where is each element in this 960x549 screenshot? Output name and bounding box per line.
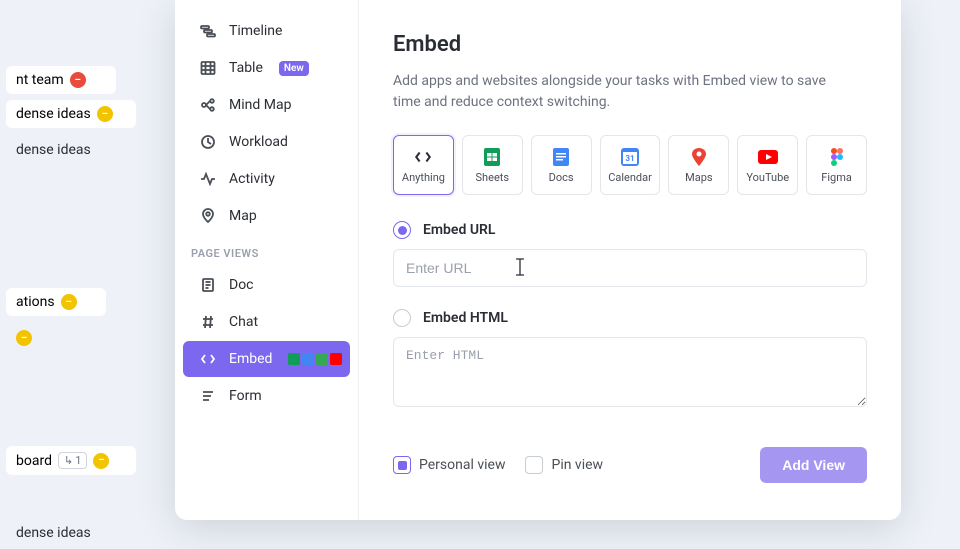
embed-mini-icons	[288, 353, 342, 365]
panel-title: Embed	[393, 32, 867, 57]
new-badge: New	[279, 61, 309, 76]
sidebar-item-label: Doc	[229, 277, 254, 293]
source-tile-anything[interactable]: Anything	[393, 135, 454, 195]
text-cursor-icon	[513, 257, 527, 277]
list-item[interactable]: dense ideas –	[6, 100, 136, 128]
list-item[interactable]: dense ideas	[6, 517, 954, 549]
workload-icon	[199, 133, 217, 151]
sidebar-item-label: Timeline	[229, 23, 282, 39]
embed-url-input[interactable]	[393, 249, 867, 287]
embed-html-radio-row: Embed HTML	[393, 309, 867, 327]
hash-icon	[199, 313, 217, 331]
sheets-icon	[482, 147, 502, 167]
sidebar-section-header: PAGE VIEWS	[175, 235, 358, 266]
embed-html-radio[interactable]	[393, 309, 411, 327]
pin-view-label: Pin view	[551, 457, 603, 473]
embed-html-input[interactable]	[393, 337, 867, 407]
source-tile-sheets[interactable]: Sheets	[462, 135, 523, 195]
minus-icon: –	[70, 72, 86, 88]
source-tile-figma[interactable]: Figma	[806, 135, 867, 195]
table-icon	[199, 59, 217, 77]
mindmap-icon	[199, 96, 217, 114]
tile-label: Sheets	[476, 171, 510, 184]
sidebar-item-activity[interactable]: Activity	[183, 161, 350, 197]
svg-text:31: 31	[625, 154, 634, 163]
embed-url-radio[interactable]	[393, 221, 411, 239]
sidebar-item-mindmap[interactable]: Mind Map	[183, 87, 350, 123]
sidebar-item-embed[interactable]: Embed	[183, 341, 350, 377]
timeline-icon	[199, 22, 217, 40]
sidebar-item-label: Form	[229, 388, 262, 404]
embed-source-tiles: Anything Sheets Docs 31 Calendar	[393, 135, 867, 195]
doc-icon	[199, 276, 217, 294]
embed-url-radio-row: Embed URL	[393, 221, 867, 239]
personal-view-checkbox[interactable]	[393, 456, 411, 474]
list-item[interactable]: board ↳1 –	[6, 446, 136, 475]
sidebar-item-map[interactable]: Map	[183, 198, 350, 234]
form-icon	[199, 387, 217, 405]
source-tile-docs[interactable]: Docs	[531, 135, 592, 195]
minus-icon: –	[16, 330, 32, 346]
source-tile-maps[interactable]: Maps	[668, 135, 729, 195]
youtube-icon	[758, 147, 778, 167]
subtask-badge: ↳1	[58, 452, 87, 469]
sidebar-item-label: Workload	[229, 134, 288, 150]
code-icon	[413, 147, 433, 167]
sidebar-item-label: Chat	[229, 314, 258, 330]
panel-footer: Personal view Pin view Add View	[393, 433, 867, 503]
sidebar-item-label: Mind Map	[229, 97, 291, 113]
pin-view-checkbox[interactable]	[525, 456, 543, 474]
sidebar-item-timeline[interactable]: Timeline	[183, 13, 350, 49]
sidebar-item-table[interactable]: Table New	[183, 50, 350, 86]
sidebar-item-doc[interactable]: Doc	[183, 267, 350, 303]
tile-label: Figma	[821, 171, 852, 184]
tile-label: Calendar	[608, 171, 652, 184]
sidebar-item-label: Table	[229, 60, 263, 76]
view-type-sidebar: Timeline Table New Mind Map Workload A	[175, 0, 359, 520]
sidebar-item-chat[interactable]: Chat	[183, 304, 350, 340]
add-view-button[interactable]: Add View	[760, 447, 867, 483]
sidebar-item-workload[interactable]: Workload	[183, 124, 350, 160]
sidebar-item-form[interactable]: Form	[183, 378, 350, 414]
sidebar-item-label: Map	[229, 208, 257, 224]
minus-icon: –	[61, 294, 77, 310]
map-pin-icon	[199, 207, 217, 225]
source-tile-youtube[interactable]: YouTube	[737, 135, 798, 195]
minus-icon: –	[93, 453, 109, 469]
tile-label: Docs	[549, 171, 574, 184]
activity-icon	[199, 170, 217, 188]
embed-html-label: Embed HTML	[423, 310, 508, 326]
figma-icon	[827, 147, 847, 167]
embed-url-label: Embed URL	[423, 222, 495, 238]
personal-view-label: Personal view	[419, 457, 505, 473]
calendar-icon: 31	[620, 147, 640, 167]
panel-description: Add apps and websites alongside your tas…	[393, 71, 853, 113]
list-item[interactable]: ations –	[6, 288, 106, 316]
maps-icon	[689, 147, 709, 167]
sidebar-item-label: Activity	[229, 171, 275, 187]
tile-label: YouTube	[746, 171, 789, 184]
embed-view-panel: Embed Add apps and websites alongside yo…	[359, 0, 901, 520]
sidebar-item-label: Embed	[229, 351, 272, 367]
code-icon	[199, 350, 217, 368]
source-tile-calendar[interactable]: 31 Calendar	[600, 135, 661, 195]
add-view-modal: Timeline Table New Mind Map Workload A	[175, 0, 901, 520]
tile-label: Anything	[402, 171, 445, 184]
docs-icon	[551, 147, 571, 167]
minus-icon: –	[97, 106, 113, 122]
list-item[interactable]: nt team –	[6, 66, 116, 94]
tile-label: Maps	[685, 171, 712, 184]
